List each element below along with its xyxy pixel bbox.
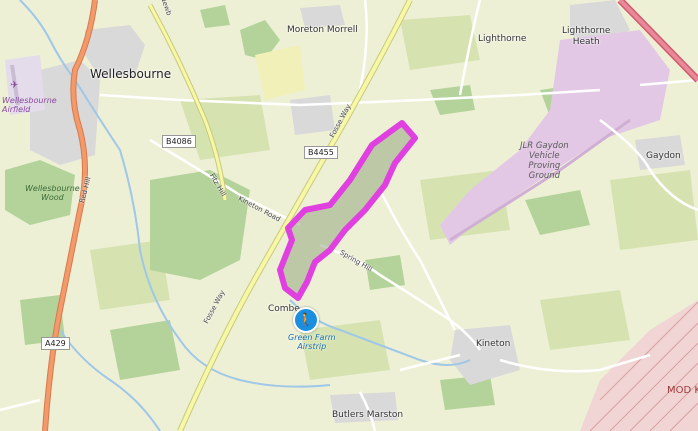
airfield-label: Wellesbourne Airfield [2, 96, 57, 114]
place-gaydon: Gaydon [646, 151, 681, 161]
mod-label: MOD K [667, 385, 698, 396]
green-farm-airstrip-label: Green Farm Airstrip [288, 333, 336, 351]
map-canvas[interactable]: Wellesbourne Moreton Morrell Lighthorne … [0, 0, 698, 431]
place-moreton-morrell: Moreton Morrell [287, 25, 358, 35]
road-shield-b4086: B4086 [162, 135, 196, 148]
hiker-icon[interactable]: 🚶 [293, 307, 319, 333]
airplane-icon: ✈ [10, 80, 19, 91]
road-shield-b4455: B4455 [304, 146, 338, 159]
place-kineton: Kineton [476, 339, 511, 349]
map-base [0, 0, 698, 431]
place-lighthorne-heath: Lighthorne Heath [562, 26, 611, 47]
place-butlers-marston: Butlers Marston [332, 410, 404, 420]
proving-ground-label: JLR Gaydon Vehicle Proving Ground [520, 141, 569, 181]
road-shield-a429: A429 [41, 337, 70, 350]
wellesbourne-wood-label: Wellesbourne Wood [25, 184, 80, 202]
place-lighthorne: Lighthorne [478, 34, 527, 44]
place-wellesbourne: Wellesbourne [90, 67, 172, 81]
